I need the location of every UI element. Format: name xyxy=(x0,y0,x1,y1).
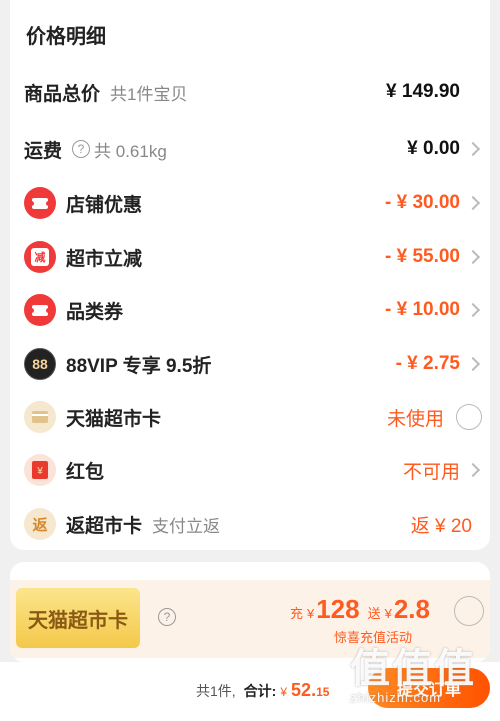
value-text: ¥ 0.00 xyxy=(407,138,460,159)
row-label: 运费 xyxy=(24,140,63,162)
chevron-right-icon xyxy=(465,462,481,478)
select-radio[interactable] xyxy=(456,404,482,430)
row-value: 不可用 xyxy=(403,457,482,484)
chevron-right-icon xyxy=(465,356,481,372)
chevron-right-icon xyxy=(465,195,481,211)
value-text: 未使用 xyxy=(386,408,444,430)
red-envelope-icon: ¥ xyxy=(24,454,56,486)
cashback-icon: 返 xyxy=(24,508,56,540)
price-detail-card: 价格明细 商品总价 共1件宝贝 ¥ 149.90 运费 ? 共 0.61kg ¥… xyxy=(10,0,490,550)
row-value: ¥ 0.00 xyxy=(407,138,482,160)
row-label: 天猫超市卡 xyxy=(66,408,162,430)
row-category-coupon[interactable]: 品类券 - ¥ 10.00 xyxy=(24,292,482,328)
row-red-envelope[interactable]: ¥ 红包 不可用 xyxy=(24,452,482,488)
row-tmall-card[interactable]: 天猫超市卡 未使用 xyxy=(24,399,482,435)
value-text: - ¥ 10.00 xyxy=(385,299,460,320)
row-cashback: 返 返超市卡 支付立返 返 ¥ 20 xyxy=(24,506,482,542)
row-goods-total: 商品总价 共1件宝贝 ¥ 149.90 xyxy=(24,74,482,110)
row-shop-discount[interactable]: 店铺优惠 - ¥ 30.00 xyxy=(24,185,482,221)
charge-amount: 128 xyxy=(316,594,360,624)
row-supermarket-discount[interactable]: 减 超市立减 - ¥ 55.00 xyxy=(24,239,482,275)
chevron-right-icon xyxy=(465,141,481,157)
promo-select-radio[interactable] xyxy=(454,596,484,626)
instant-discount-icon: 减 xyxy=(24,241,56,273)
row-value: - ¥ 55.00 xyxy=(385,246,482,268)
value-text: ¥ 149.90 xyxy=(386,81,460,102)
watermark: 值值值 zhizhizhi.com xyxy=(350,636,500,705)
row-value: - ¥ 2.75 xyxy=(396,353,482,375)
tmall-card-badge: 天猫超市卡 xyxy=(16,588,140,648)
order-total: 共1件, 合计: ¥ 52. 15 xyxy=(196,680,329,701)
membership-card-icon xyxy=(24,401,56,433)
row-label: 商品总价 xyxy=(24,83,101,105)
value-text: 返 ¥ 20 xyxy=(410,515,472,537)
gift-currency: ¥ xyxy=(384,606,392,621)
row-sub: 支付立返 xyxy=(152,516,221,536)
row-value: 未使用 xyxy=(387,404,482,431)
row-label: 返超市卡 xyxy=(66,515,143,537)
charge-label: 充 xyxy=(289,606,303,621)
row-sub: 共1件宝贝 xyxy=(110,84,188,104)
coupon-ticket-icon xyxy=(24,294,56,326)
value-text: - ¥ 30.00 xyxy=(385,192,460,213)
chevron-right-icon xyxy=(465,249,481,265)
watermark-logo: 值值值 xyxy=(350,647,476,691)
row-shipping[interactable]: 运费 ? 共 0.61kg ¥ 0.00 xyxy=(24,131,482,167)
88vip-icon: 88 xyxy=(24,348,56,380)
row-label: 店铺优惠 xyxy=(66,194,143,216)
gift-label: 送 xyxy=(367,606,381,621)
charge-currency: ¥ xyxy=(306,606,315,621)
total-cents: 15 xyxy=(316,685,330,699)
value-text: - ¥ 2.75 xyxy=(395,353,460,374)
watermark-url: zhizhizhi.com xyxy=(350,690,442,705)
row-value: - ¥ 30.00 xyxy=(385,192,482,214)
row-88vip[interactable]: 88 88VIP 专享 9.5折 - ¥ 2.75 xyxy=(24,346,482,382)
row-label: 品类券 xyxy=(66,301,124,323)
total-amount: 52. xyxy=(291,680,317,700)
row-label: 红包 xyxy=(66,461,105,483)
total-currency: ¥ xyxy=(280,685,288,699)
total-label: 合计: xyxy=(243,683,277,699)
coupon-ticket-icon xyxy=(24,187,56,219)
gift-amount: 2.8 xyxy=(393,594,430,624)
promo-line: 充 ¥ 128 送 ¥ 2.8 xyxy=(250,594,430,625)
row-label: 88VIP 专享 9.5折 xyxy=(66,355,212,377)
item-count: 共1件, xyxy=(196,683,236,699)
value-text: 不可用 xyxy=(402,461,460,483)
row-value: 返 ¥ 20 xyxy=(411,511,482,538)
page-title: 价格明细 xyxy=(26,26,106,48)
value-text: - ¥ 55.00 xyxy=(385,246,460,267)
row-sub: 共 0.61kg xyxy=(94,141,167,161)
row-value: ¥ 149.90 xyxy=(386,81,482,103)
help-icon[interactable]: ? xyxy=(158,608,176,626)
row-value: - ¥ 10.00 xyxy=(385,299,482,321)
row-label: 超市立减 xyxy=(66,248,143,270)
help-icon[interactable]: ? xyxy=(72,140,91,158)
chevron-right-icon xyxy=(465,302,481,318)
